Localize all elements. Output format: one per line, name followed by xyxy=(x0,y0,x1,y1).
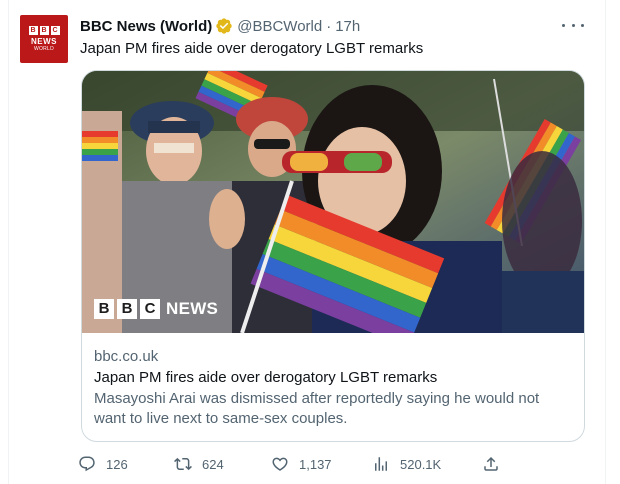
reply-count: 126 xyxy=(106,456,128,472)
more-dot xyxy=(581,23,584,27)
handle[interactable]: @BBCWorld xyxy=(237,18,322,35)
watermark-letter: B xyxy=(94,299,114,319)
bbc-news-watermark: B B C NEWS xyxy=(94,299,218,319)
avatar[interactable]: B B C NEWS WORLD xyxy=(20,15,68,63)
tweet-text: Japan PM fires aide over derogatory LGBT… xyxy=(80,40,424,57)
avatar-news-text: NEWS xyxy=(31,37,57,46)
more-dot xyxy=(571,23,575,27)
card-description: Masayoshi Arai was dismissed after repor… xyxy=(94,390,540,427)
tweet[interactable]: B B C NEWS WORLD BBC News (World) @BBCWo… xyxy=(20,12,590,482)
views-chart-icon xyxy=(375,457,387,471)
card-domain: bbc.co.uk xyxy=(94,348,159,365)
card-image[interactable]: B B C NEWS xyxy=(82,71,584,333)
card-title: Japan PM fires aide over derogatory LGBT… xyxy=(94,369,438,386)
gold-verified-badge-icon[interactable] xyxy=(215,17,233,35)
reply-button[interactable]: 126 xyxy=(78,452,128,476)
avatar-world-text: WORLD xyxy=(33,46,55,52)
avatar-letter: B xyxy=(39,26,49,35)
retweet-button[interactable]: 624 xyxy=(174,452,224,476)
watermark-letter: B xyxy=(117,299,137,319)
views-count: 520.1K xyxy=(400,456,442,472)
heart-icon xyxy=(272,457,288,471)
watermark-news: NEWS xyxy=(166,299,219,318)
retweet-icon xyxy=(174,457,192,471)
tweet-header: BBC News (World) @BBCWorld · 17h xyxy=(80,16,360,36)
like-count: 1,137 xyxy=(299,456,332,472)
pride-crowd-photo xyxy=(82,71,584,333)
more-options-button[interactable] xyxy=(562,16,584,34)
retweet-count: 624 xyxy=(202,456,224,472)
like-button[interactable]: 1,137 xyxy=(271,452,332,476)
views-button[interactable]: 520.1K xyxy=(372,452,441,476)
timeline-left-border xyxy=(8,0,9,484)
watermark-letter: C xyxy=(140,299,160,319)
avatar-letter: B xyxy=(28,26,38,35)
share-button[interactable] xyxy=(482,452,510,476)
avatar-letter: C xyxy=(50,26,60,35)
reply-icon xyxy=(79,456,95,472)
avatar-bbc-blocks: B B C xyxy=(28,26,60,35)
separator-dot: · xyxy=(326,17,332,35)
share-icon xyxy=(484,456,498,471)
tweet-actions: 126 624 1,137 520.1K xyxy=(78,452,498,476)
card-meta: bbc.co.uk Japan PM fires aide over derog… xyxy=(94,347,574,429)
more-dot xyxy=(562,23,565,27)
link-card[interactable]: B B C NEWS bbc.co.uk Japan PM fires aide… xyxy=(81,70,585,442)
timestamp[interactable]: 17h xyxy=(335,18,360,35)
timeline-right-border xyxy=(605,0,606,484)
display-name[interactable]: BBC News (World) xyxy=(80,18,212,35)
